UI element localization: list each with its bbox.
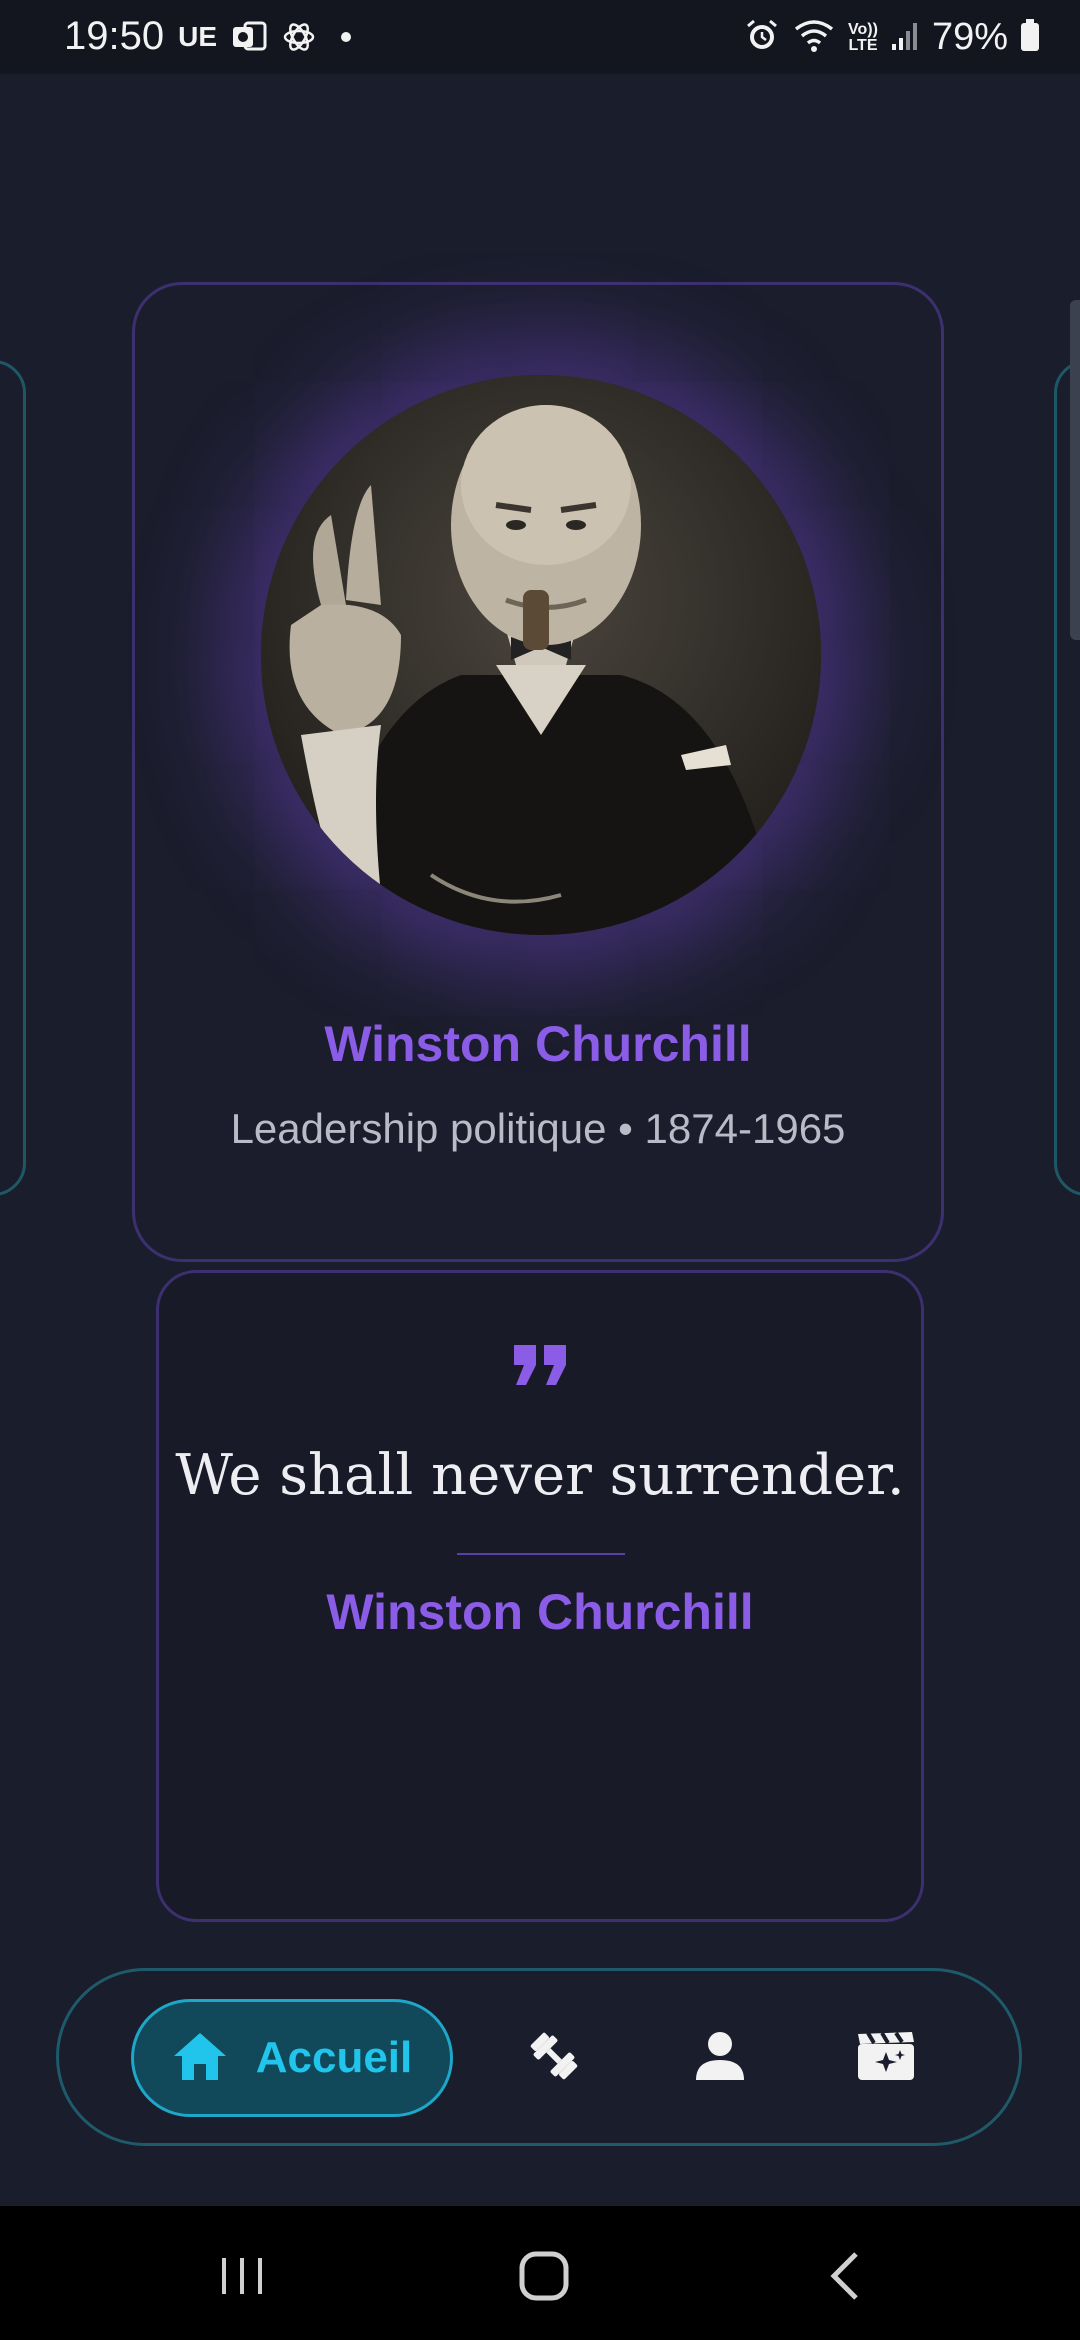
clapperboard-icon: [856, 2030, 916, 2087]
volte-icon: Vo)) LTE: [848, 20, 878, 54]
wifi-icon: [792, 17, 836, 58]
quote-text: We shall never surrender.: [175, 1443, 905, 1508]
nav-item-profile[interactable]: [685, 2023, 755, 2093]
signal-icon: [890, 18, 920, 57]
nav-item-label: Accueil: [255, 2033, 413, 2082]
quote-card[interactable]: We shall never surrender. Winston Church…: [156, 1270, 924, 1922]
recent-apps-icon[interactable]: [212, 2246, 272, 2306]
person-name: Winston Churchill: [324, 1016, 752, 1072]
status-time: 19:50: [64, 14, 165, 58]
status-carrier: UE: [178, 20, 218, 52]
portrait-image: [261, 375, 821, 935]
bottom-navigation: Accueil: [56, 1968, 1022, 2146]
quote-divider: [457, 1553, 625, 1555]
battery-icon: [1020, 18, 1040, 57]
chatgpt-icon: [281, 19, 317, 55]
back-icon[interactable]: [818, 2246, 878, 2306]
battery-percent: 79%: [931, 16, 1008, 58]
person-icon: [694, 2030, 746, 2087]
notification-dot-icon: [341, 31, 352, 42]
outlook-icon: [231, 19, 267, 55]
scrollbar[interactable]: [1070, 300, 1080, 640]
status-bar: 19:50 UE Vo)) LTE 79%: [0, 0, 1080, 74]
previous-card-peek[interactable]: [0, 360, 26, 1196]
alarm-icon: [744, 17, 780, 58]
nav-item-workout[interactable]: [519, 2023, 589, 2093]
dumbbell-icon: [524, 2026, 584, 2091]
system-navigation-bar: [0, 2206, 1080, 2340]
quote-author: Winston Churchill: [326, 1584, 754, 1640]
home-button-icon[interactable]: [514, 2246, 574, 2306]
profile-card[interactable]: Winston Churchill Leadership politique •…: [132, 282, 944, 1262]
nav-item-accueil[interactable]: Accueil: [131, 1999, 453, 2117]
nav-item-media[interactable]: [851, 2023, 921, 2093]
home-icon: [172, 2030, 228, 2087]
quote-mark-icon: [159, 1343, 921, 1392]
person-subtitle: Leadership politique • 1874-1965: [230, 1105, 846, 1152]
